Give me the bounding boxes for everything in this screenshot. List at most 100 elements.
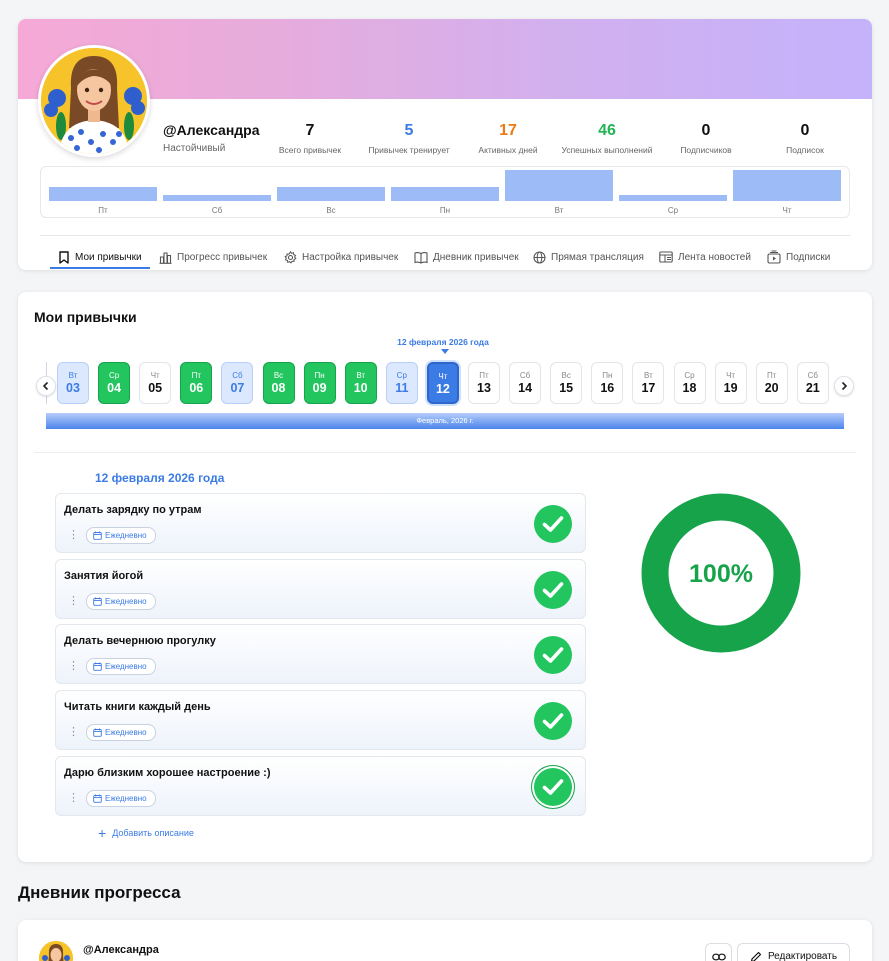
avatar[interactable] xyxy=(38,45,150,157)
stat-training-habits: 5 Привычек тренирует xyxy=(354,122,464,155)
check-icon xyxy=(542,713,564,729)
habit-item[interactable]: Делать вечернюю прогулку ⋮ Ежедневно xyxy=(55,624,586,684)
tab-habit-diary[interactable]: Дневник привычек xyxy=(414,244,519,270)
calendar-day[interactable]: Сб 14 xyxy=(509,362,542,404)
habit-item[interactable]: Делать зарядку по утрам ⋮ Ежедневно xyxy=(55,493,586,553)
stat-value: 17 xyxy=(499,122,517,139)
calendar-day[interactable]: Сб 07 xyxy=(221,362,254,404)
weekly-activity-chart: Пт Сб Вс Пн Вт Ср Чт xyxy=(40,166,850,218)
stat-followers[interactable]: 0 Подписчиков xyxy=(651,122,761,155)
calendar-icon xyxy=(93,662,102,671)
activity-day-label: Вт xyxy=(554,206,564,215)
habit-item[interactable]: Занятия йогой ⋮ Ежедневно xyxy=(55,559,586,619)
edit-button[interactable]: Редактировать xyxy=(737,943,850,961)
stat-following[interactable]: 0 Подписок xyxy=(750,122,860,155)
gear-icon xyxy=(284,250,297,264)
habit-item[interactable]: Дарю близким хорошее настроение :) ⋮ Еже… xyxy=(55,756,586,816)
profile-status: Настойчивый xyxy=(163,143,226,154)
check-icon xyxy=(542,779,564,795)
day-of-week: Пт xyxy=(191,371,201,380)
calendar-day[interactable]: Вт 10 xyxy=(344,362,377,404)
habit-menu-icon[interactable]: ⋮ xyxy=(68,726,79,738)
calendar-day[interactable]: Ср 04 xyxy=(98,362,131,404)
day-of-week: Вс xyxy=(561,371,571,380)
habit-done-check[interactable] xyxy=(534,571,572,609)
day-number: 13 xyxy=(477,381,491,395)
calendar-day[interactable]: Пт 13 xyxy=(468,362,500,404)
avatar-illustration xyxy=(41,48,147,154)
subscriptions-icon xyxy=(767,250,781,264)
day-of-week: Вт xyxy=(356,371,366,380)
calendar-day[interactable]: Пт 06 xyxy=(180,362,213,404)
habit-item[interactable]: Читать книги каждый день ⋮ Ежедневно xyxy=(55,690,586,750)
habit-done-check[interactable] xyxy=(534,768,572,806)
tab-live-stream[interactable]: Прямая трансляция xyxy=(533,244,644,270)
calendar-icon xyxy=(93,728,102,737)
habit-menu-icon[interactable]: ⋮ xyxy=(68,595,79,607)
add-description-button[interactable]: + Добавить описание xyxy=(98,825,194,841)
calendar-day[interactable]: Вт 17 xyxy=(632,362,665,404)
plus-icon: + xyxy=(98,825,107,841)
my-habits-card: Мои привычки 12 февраля 2026 года Вт 03 Ср… xyxy=(18,292,872,862)
day-of-week: Сб xyxy=(519,371,531,380)
habit-name: Занятия йогой xyxy=(64,570,144,582)
habit-frequency-badge: Ежедневно xyxy=(86,790,156,807)
tab-news-feed[interactable]: Лента новостей xyxy=(659,244,751,270)
day-of-week: Пн xyxy=(314,371,325,380)
activity-day-label: Чт xyxy=(782,206,792,215)
day-of-week: Сб xyxy=(807,371,818,380)
calendar-prev-button[interactable] xyxy=(36,376,56,396)
profile-card: @Александра Настойчивый 7 Всего привычек… xyxy=(18,19,872,270)
bar-chart-icon xyxy=(159,251,172,264)
calendar-day[interactable]: Сб 21 xyxy=(796,362,829,404)
day-of-week: Пн xyxy=(602,371,613,380)
calendar-day[interactable]: Ср 11 xyxy=(385,362,418,404)
check-icon xyxy=(542,647,564,663)
completion-percent-label: 100% xyxy=(689,560,753,588)
tab-subscriptions[interactable]: Подписки xyxy=(767,244,830,270)
calendar-day[interactable]: Пн 16 xyxy=(591,362,624,404)
day-number: 03 xyxy=(66,381,80,395)
activity-day-label: Пт xyxy=(98,206,108,215)
activity-bar xyxy=(277,187,385,201)
habit-menu-icon[interactable]: ⋮ xyxy=(68,792,79,804)
habit-done-check[interactable] xyxy=(534,505,572,543)
diary-avatar[interactable] xyxy=(39,941,73,961)
day-number: 15 xyxy=(559,381,574,395)
stat-value: 46 xyxy=(598,122,616,139)
habit-frequency: Ежедневно xyxy=(105,794,147,803)
calendar-day[interactable]: Пт 20 xyxy=(755,362,788,404)
tab-habit-progress[interactable]: Прогресс привычек xyxy=(159,244,267,270)
selected-date-caret xyxy=(441,349,449,354)
calendar-next-button[interactable] xyxy=(834,376,854,396)
habit-done-check[interactable] xyxy=(534,636,572,674)
tab-habit-settings[interactable]: Настройка привычек xyxy=(284,244,398,270)
stat-label: Подписок xyxy=(786,145,824,155)
day-of-week: Вс xyxy=(273,371,284,380)
habit-menu-icon[interactable]: ⋮ xyxy=(68,529,79,541)
calendar-day[interactable]: Ср 18 xyxy=(673,362,706,404)
habit-frequency-badge: Ежедневно xyxy=(86,724,156,741)
habit-menu-icon[interactable]: ⋮ xyxy=(68,660,79,672)
calendar-day-selected[interactable]: Чт 12 xyxy=(426,362,459,404)
calendar-day[interactable]: Вс 08 xyxy=(262,362,295,404)
stat-active-days: 17 Активных дней xyxy=(453,122,563,155)
copy-link-button[interactable] xyxy=(705,943,732,961)
calendar-icon xyxy=(93,597,102,606)
calendar-day[interactable]: Вт 03 xyxy=(57,362,89,404)
day-number: 19 xyxy=(723,381,738,395)
day-number: 16 xyxy=(600,381,615,395)
habit-frequency: Ежедневно xyxy=(105,728,147,737)
day-number: 20 xyxy=(764,381,779,395)
chevron-left-icon xyxy=(42,381,49,391)
calendar-day[interactable]: Чт 05 xyxy=(139,362,172,404)
calendar-day[interactable]: Вс 15 xyxy=(550,362,583,404)
habit-done-check[interactable] xyxy=(534,702,572,740)
calendar-day[interactable]: Чт 19 xyxy=(714,362,747,404)
tab-label: Дневник привычек xyxy=(433,251,519,263)
edit-label: Редактировать xyxy=(767,951,838,961)
month-bar: Февраль, 2026 г. xyxy=(46,413,844,429)
calendar-day[interactable]: Пн 09 xyxy=(303,362,336,404)
stat-value: 0 xyxy=(701,122,711,139)
check-icon xyxy=(542,582,564,598)
